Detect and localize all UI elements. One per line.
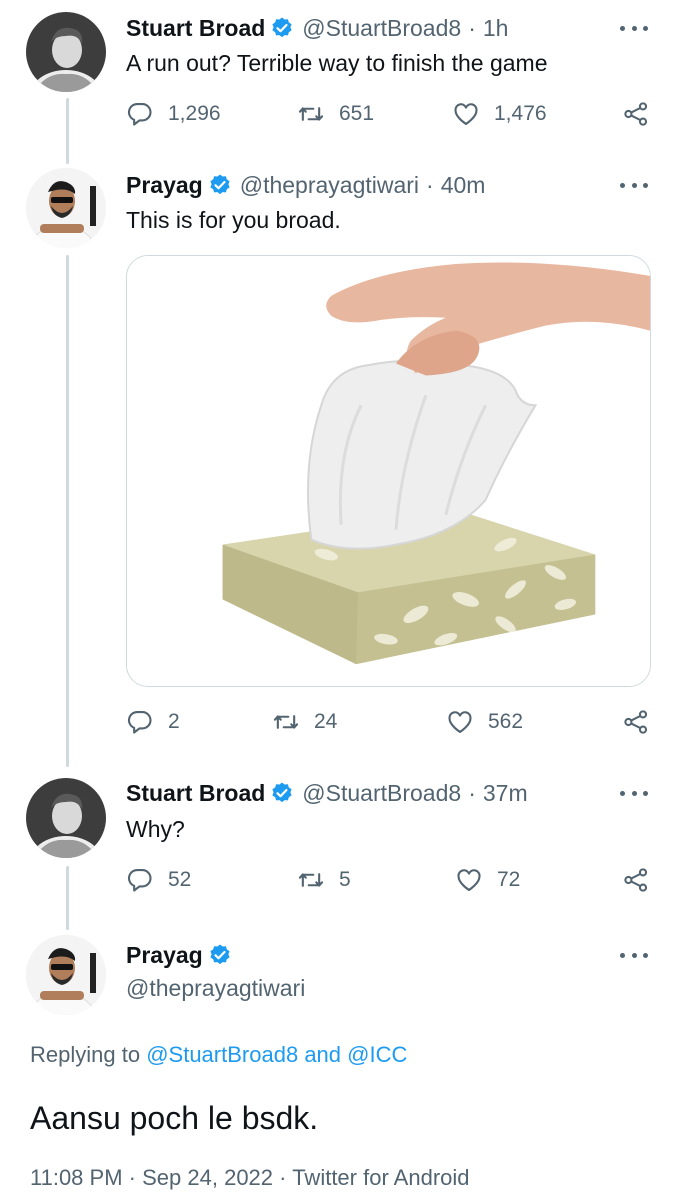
reply-count: 1,296 — [168, 102, 221, 125]
retweet-button[interactable]: 5 — [297, 866, 351, 894]
tweet-header: Prayag — [126, 940, 240, 970]
mention-link[interactable]: @StuartBroad8 — [146, 1042, 298, 1067]
tweet-media-image[interactable] — [126, 255, 651, 687]
separator-dot: · — [468, 15, 476, 41]
user-name[interactable]: Stuart Broad — [126, 778, 265, 808]
separator-dot: · — [128, 1165, 143, 1190]
verified-badge-icon — [208, 173, 232, 197]
retweet-button[interactable]: 24 — [272, 708, 337, 736]
tweet[interactable]: Stuart Broad @StuartBroad8 · 1h A run ou… — [0, 0, 678, 160]
avatar[interactable] — [26, 168, 106, 248]
tweet-text: Why? — [126, 816, 185, 842]
heart-icon — [455, 866, 497, 894]
retweet-icon — [272, 708, 314, 736]
reply-button[interactable]: 52 — [126, 866, 191, 894]
focused-tweet-text: Aansu poch le bsdk. — [30, 1100, 319, 1136]
tweet-date[interactable]: Sep 24, 2022 — [142, 1165, 273, 1190]
tweet-header: Stuart Broad @StuartBroad8 · 37m — [126, 778, 528, 808]
like-button[interactable]: 72 — [455, 866, 520, 894]
reply-button[interactable]: 2 — [126, 708, 180, 736]
more-options-icon[interactable] — [620, 175, 648, 195]
timestamp[interactable]: 37m — [483, 778, 528, 808]
heart-icon — [446, 708, 488, 736]
retweet-count: 24 — [314, 710, 338, 733]
reply-icon — [126, 100, 168, 128]
replying-prefix: Replying to — [30, 1042, 141, 1067]
mention-and[interactable]: and — [304, 1042, 341, 1067]
verified-badge-icon — [270, 16, 294, 40]
more-options-icon[interactable] — [620, 18, 648, 38]
avatar[interactable] — [26, 12, 106, 92]
tweet-time[interactable]: 11:08 PM — [30, 1165, 123, 1190]
user-name[interactable]: Stuart Broad — [126, 13, 265, 43]
share-icon[interactable] — [622, 100, 650, 128]
reply-count: 52 — [168, 868, 192, 891]
like-button[interactable]: 562 — [446, 708, 523, 736]
like-button[interactable]: 1,476 — [452, 100, 547, 128]
retweet-icon — [297, 100, 339, 128]
share-icon[interactable] — [622, 866, 650, 894]
reply-icon — [126, 708, 168, 736]
share-icon[interactable] — [622, 708, 650, 736]
retweet-icon — [297, 866, 339, 894]
tweet-text: A run out? Terrible way to finish the ga… — [126, 50, 548, 76]
timestamp[interactable]: 1h — [483, 13, 509, 43]
mention-link[interactable]: @ICC — [347, 1042, 407, 1067]
verified-badge-icon — [208, 943, 232, 967]
replying-to: Replying to @StuartBroad8 and @ICC — [30, 1042, 407, 1068]
user-name[interactable]: Prayag — [126, 940, 203, 970]
action-bar: 2 24 562 — [0, 708, 678, 740]
reply-icon — [126, 866, 168, 894]
user-handle[interactable]: @theprayagtiwari — [240, 170, 419, 200]
separator-dot: · — [468, 780, 476, 806]
tweet-header: Stuart Broad @StuartBroad8 · 1h — [126, 13, 508, 43]
like-count: 562 — [488, 710, 524, 733]
separator-dot: · — [426, 172, 434, 198]
more-options-icon[interactable] — [620, 945, 648, 965]
tweet-text: This is for you broad. — [126, 207, 341, 233]
verified-badge-icon — [270, 781, 294, 805]
like-count: 1,476 — [494, 102, 547, 125]
user-handle[interactable]: @StuartBroad8 — [302, 778, 461, 808]
reply-count: 2 — [168, 710, 180, 733]
action-bar: 1,296 651 1,476 — [0, 100, 678, 132]
user-name[interactable]: Prayag — [126, 170, 203, 200]
like-count: 72 — [497, 868, 521, 891]
tweet-header: Prayag @theprayagtiwari · 40m — [126, 170, 485, 200]
action-bar: 52 5 72 — [0, 866, 678, 898]
tweet-client[interactable]: Twitter for Android — [292, 1165, 469, 1190]
user-handle[interactable]: @theprayagtiwari — [126, 975, 305, 1002]
tweet-meta: 11:08 PM · Sep 24, 2022 · Twitter for An… — [30, 1165, 470, 1191]
heart-icon — [452, 100, 494, 128]
retweet-count: 651 — [339, 102, 375, 125]
reply-button[interactable]: 1,296 — [126, 100, 221, 128]
separator-dot: · — [279, 1165, 293, 1190]
retweet-count: 5 — [339, 868, 351, 891]
avatar[interactable] — [26, 935, 106, 1015]
more-options-icon[interactable] — [620, 783, 648, 803]
avatar[interactable] — [26, 778, 106, 858]
retweet-button[interactable]: 651 — [297, 100, 374, 128]
timestamp[interactable]: 40m — [441, 170, 486, 200]
user-handle[interactable]: @StuartBroad8 — [302, 13, 461, 43]
tweet[interactable]: Stuart Broad @StuartBroad8 · 37m Why? 52… — [0, 770, 678, 920]
